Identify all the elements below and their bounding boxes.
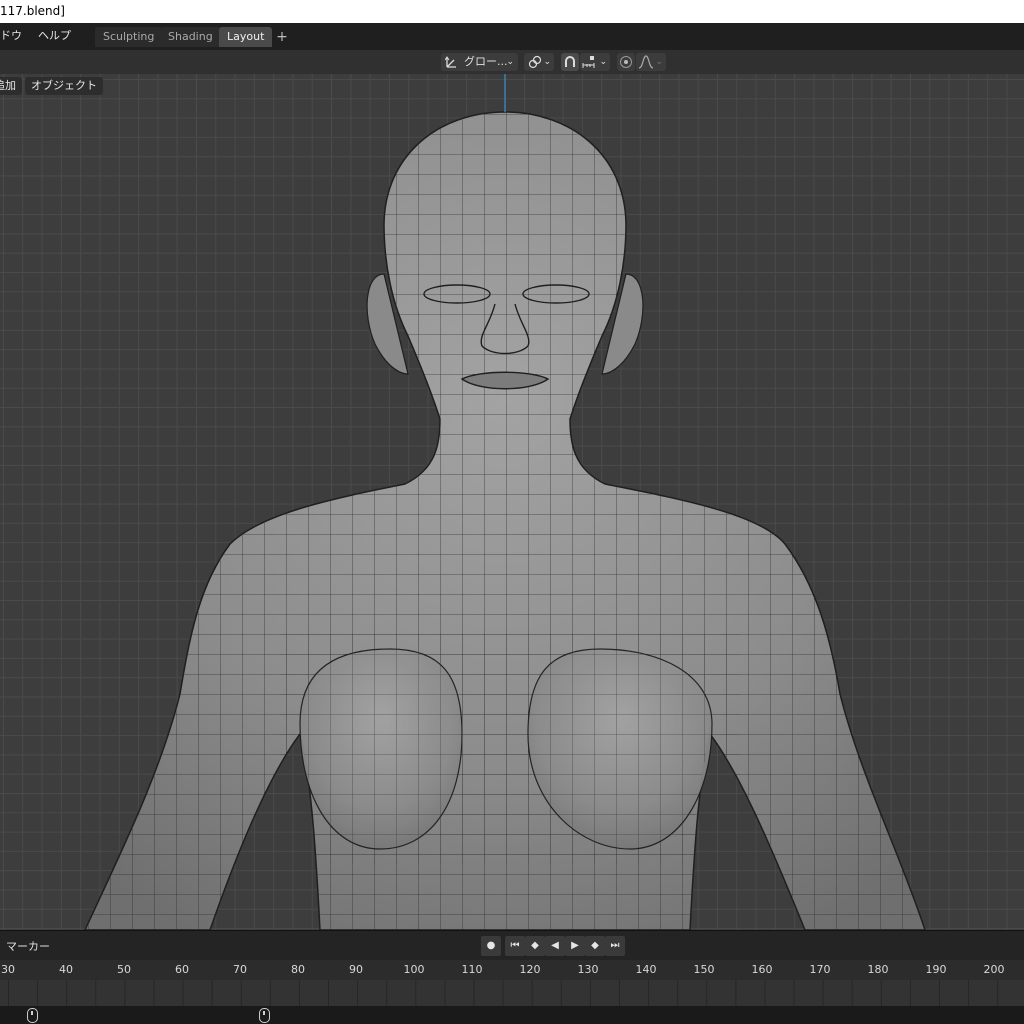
mesh-model-render xyxy=(84,74,926,930)
proportional-falloff-dropdown[interactable]: ⌄ xyxy=(636,53,666,71)
marker-menu[interactable]: マーカー xyxy=(6,938,50,954)
frame-label: 100 xyxy=(403,963,425,976)
keyframe-next-icon[interactable]: ◆ xyxy=(585,936,605,956)
jump-start-icon[interactable]: ⏮ xyxy=(505,936,525,956)
timeline-header: マーカー ● ⏮ ◆ ◀ ▶ ◆ ⏭ xyxy=(0,930,1024,961)
timeline-track-area[interactable] xyxy=(0,980,1024,1006)
pivot-icon xyxy=(528,55,542,69)
snap-target-dropdown[interactable]: ⌄ xyxy=(580,53,610,71)
frame-label: 60 xyxy=(175,963,189,976)
mouse-icon xyxy=(259,1008,270,1023)
add-workspace-button[interactable]: + xyxy=(273,27,291,47)
tab-layout[interactable]: Layout xyxy=(219,27,273,47)
menu-help[interactable]: ヘルプ xyxy=(38,23,71,50)
jump-end-icon[interactable]: ⏭ xyxy=(605,936,625,956)
frame-label: 150 xyxy=(693,963,715,976)
chevron-down-icon: ⌄ xyxy=(543,57,551,67)
frame-label: 40 xyxy=(59,963,73,976)
chevron-down-icon: ⌄ xyxy=(506,57,514,67)
play-icon[interactable]: ▶ xyxy=(565,936,585,956)
timeline-ruler[interactable]: 30 40 50 60 70 80 90 100 110 120 130 140… xyxy=(0,960,1024,980)
frame-label: 120 xyxy=(519,963,541,976)
tab-shading[interactable]: Shading xyxy=(160,27,221,47)
window-title: 117.blend] xyxy=(0,4,65,18)
play-reverse-icon[interactable]: ◀ xyxy=(545,936,565,956)
frame-label: 190 xyxy=(925,963,947,976)
frame-label: 130 xyxy=(577,963,599,976)
transform-orientation-icon xyxy=(445,56,456,68)
frame-label: 140 xyxy=(635,963,657,976)
chevron-down-icon: ⌄ xyxy=(655,57,663,67)
3d-viewport[interactable]: 追加 オブジェクト xyxy=(0,74,1024,930)
top-menubar: ドウ ヘルプ Sculpting Shading Layout + xyxy=(0,23,1024,50)
frame-label: 160 xyxy=(751,963,773,976)
proportional-edit-toggle[interactable] xyxy=(617,53,635,71)
chevron-down-icon: ⌄ xyxy=(599,57,607,67)
frame-label: 80 xyxy=(291,963,305,976)
transform-orientation-label: グロー... xyxy=(464,55,508,68)
proportional-edit-icon xyxy=(620,56,632,68)
pivot-point-dropdown[interactable]: ⌄ xyxy=(524,53,554,71)
snap-toggle[interactable] xyxy=(561,53,579,71)
frame-label: 170 xyxy=(809,963,831,976)
frame-label: 110 xyxy=(461,963,483,976)
frame-label: 180 xyxy=(867,963,889,976)
frame-label: 50 xyxy=(117,963,131,976)
snap-icon xyxy=(565,56,575,67)
mouse-icon xyxy=(27,1008,38,1023)
falloff-icon xyxy=(638,55,654,69)
frame-label: 30 xyxy=(1,963,15,976)
transform-orientation-dropdown[interactable]: グロー... ⌄ xyxy=(441,53,518,71)
viewport-tool-header: グロー... ⌄ ⌄ ⌄ ⌄ xyxy=(0,50,1024,74)
frame-label: 90 xyxy=(349,963,363,976)
frame-label: 200 xyxy=(983,963,1005,976)
menu-window[interactable]: ドウ xyxy=(0,23,22,50)
tab-sculpting[interactable]: Sculpting xyxy=(95,27,163,47)
keyframe-prev-icon[interactable]: ◆ xyxy=(525,936,545,956)
frame-label: 70 xyxy=(233,963,247,976)
snap-increment-icon xyxy=(582,56,595,68)
record-icon[interactable]: ● xyxy=(481,936,501,956)
window-titlebar: 117.blend] xyxy=(0,0,1024,23)
status-bar xyxy=(0,1006,1024,1024)
